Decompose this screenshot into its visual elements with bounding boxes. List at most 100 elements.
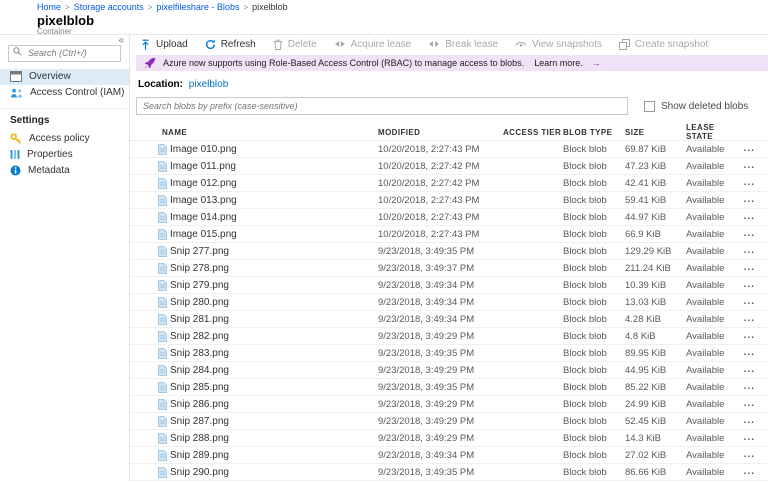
blob-type: Block blob <box>563 296 607 308</box>
trash-icon <box>273 39 283 50</box>
location-container-link[interactable]: pixelblob <box>189 79 228 90</box>
row-menu-button[interactable]: ... <box>742 467 768 477</box>
table-row[interactable]: Image 015.png 10/20/2018, 2:27:43 PM Blo… <box>130 226 768 243</box>
table-row[interactable]: Snip 288.png 9/23/2018, 3:49:29 PM Block… <box>130 430 768 447</box>
row-menu-button[interactable]: ... <box>742 450 768 460</box>
table-row[interactable]: Snip 279.png 9/23/2018, 3:49:34 PM Block… <box>130 277 768 294</box>
show-deleted-checkbox[interactable] <box>644 100 655 112</box>
row-menu-button[interactable]: ... <box>742 144 768 154</box>
table-row[interactable]: Snip 280.png 9/23/2018, 3:49:34 PM Block… <box>130 294 768 311</box>
table-row[interactable]: Snip 285.png 9/23/2018, 3:49:35 PM Block… <box>130 379 768 396</box>
table-row[interactable]: Image 012.png 10/20/2018, 2:27:42 PM Blo… <box>130 175 768 192</box>
blob-lease-state: Available <box>686 245 725 257</box>
blob-size: 52.45 KiB <box>625 415 667 427</box>
blob-name: Image 012.png <box>170 177 237 189</box>
table-row[interactable]: Snip 283.png 9/23/2018, 3:49:35 PM Block… <box>130 345 768 362</box>
delete-button: Delete <box>273 39 317 50</box>
sidebar-item-overview[interactable]: Overview <box>0 68 129 85</box>
blob-size: 129.29 KiB <box>625 245 672 257</box>
table-row[interactable]: Snip 281.png 9/23/2018, 3:49:34 PM Block… <box>130 311 768 328</box>
row-menu-button[interactable]: ... <box>742 246 768 256</box>
row-menu-button[interactable]: ... <box>742 297 768 307</box>
column-header-modified: MODIFIED <box>378 127 421 137</box>
row-menu-button[interactable]: ... <box>742 433 768 443</box>
table-row[interactable]: Snip 278.png 9/23/2018, 3:49:37 PM Block… <box>130 260 768 277</box>
blob-size: 44.97 KiB <box>625 211 667 223</box>
banner-learn-more-link[interactable]: Learn more. <box>534 58 583 68</box>
sidebar-item-metadata[interactable]: Metadata <box>0 163 129 179</box>
blob-name: Image 013.png <box>170 194 237 206</box>
blob-file-icon <box>154 381 170 393</box>
toolbar-button-label: Break lease <box>445 38 499 50</box>
row-menu-button[interactable]: ... <box>742 178 768 188</box>
breadcrumb-storage-accounts-link[interactable]: Storage accounts <box>74 2 144 12</box>
blob-size: 14.3 KiB <box>625 432 661 444</box>
blob-modified: 9/23/2018, 3:49:37 PM <box>378 262 475 274</box>
sidebar-item-access-control[interactable]: Access Control (IAM) <box>0 85 129 101</box>
sidebar-item-properties[interactable]: Properties <box>0 147 129 163</box>
table-row[interactable]: Snip 290.png 9/23/2018, 3:49:35 PM Block… <box>130 464 768 481</box>
table-row[interactable]: Snip 277.png 9/23/2018, 3:49:35 PM Block… <box>130 243 768 260</box>
row-menu-button[interactable]: ... <box>742 212 768 222</box>
row-menu-button[interactable]: ... <box>742 280 768 290</box>
blob-file-icon <box>154 466 170 478</box>
row-menu-button[interactable]: ... <box>742 365 768 375</box>
row-menu-button[interactable]: ... <box>742 195 768 205</box>
blob-table: NAME MODIFIED ACCESS TIER BLOB TYPE SIZE… <box>130 123 768 481</box>
blob-modified: 9/23/2018, 3:49:29 PM <box>378 364 475 376</box>
row-menu-button[interactable]: ... <box>742 348 768 358</box>
row-menu-button[interactable]: ... <box>742 416 768 426</box>
blob-name: Snip 286.png <box>170 398 229 410</box>
breadcrumb-separator: > <box>243 3 249 12</box>
upload-button[interactable]: Upload <box>140 39 188 50</box>
blob-name: Image 010.png <box>170 143 237 155</box>
table-row[interactable]: Image 010.png 10/20/2018, 2:27:43 PM Blo… <box>130 141 768 158</box>
location-row: Location: pixelblob <box>130 71 768 95</box>
blob-name: Snip 288.png <box>170 432 229 444</box>
row-menu-button[interactable]: ... <box>742 331 768 341</box>
row-menu-button[interactable]: ... <box>742 314 768 324</box>
show-deleted-blobs-toggle[interactable]: Show deleted blobs <box>644 100 748 112</box>
row-menu-button[interactable]: ... <box>742 382 768 392</box>
toolbar-button-label: Delete <box>287 38 317 50</box>
toolbar: Upload Refresh Delete Acquire lease Brea… <box>130 35 768 53</box>
toolbar-button-label: Create snapshot <box>634 38 709 50</box>
overview-icon <box>10 71 22 82</box>
breadcrumb-home-link[interactable]: Home <box>37 2 61 12</box>
table-row[interactable]: Snip 289.png 9/23/2018, 3:49:34 PM Block… <box>130 447 768 464</box>
blob-prefix-search-input[interactable] <box>136 97 628 115</box>
blob-file-icon <box>154 279 170 291</box>
row-menu-button[interactable]: ... <box>742 263 768 273</box>
blob-modified: 9/23/2018, 3:49:34 PM <box>378 279 475 291</box>
sidebar-search-input[interactable] <box>8 44 121 62</box>
blob-modified: 9/23/2018, 3:49:35 PM <box>378 245 475 257</box>
table-row[interactable]: Image 011.png 10/20/2018, 2:27:42 PM Blo… <box>130 158 768 175</box>
row-menu-button[interactable]: ... <box>742 399 768 409</box>
key-icon <box>10 132 22 145</box>
search-icon <box>13 47 22 56</box>
sidebar-item-access-policy[interactable]: Access policy <box>0 131 129 147</box>
column-header-size: SIZE <box>625 127 645 137</box>
row-menu-button[interactable]: ... <box>742 229 768 239</box>
breadcrumb-current: pixelblob <box>252 2 288 12</box>
filter-row: Show deleted blobs <box>130 95 768 115</box>
table-row[interactable]: Snip 286.png 9/23/2018, 3:49:29 PM Block… <box>130 396 768 413</box>
table-row[interactable]: Image 014.png 10/20/2018, 2:27:43 PM Blo… <box>130 209 768 226</box>
toolbar-button-label: Acquire lease <box>350 38 412 50</box>
blob-modified: 9/23/2018, 3:49:29 PM <box>378 415 475 427</box>
sidebar-item-label: Access Control (IAM) <box>30 87 125 98</box>
blob-size: 24.99 KiB <box>625 398 667 410</box>
rbac-banner: Azure now supports using Role-Based Acce… <box>136 55 768 71</box>
table-row[interactable]: Image 013.png 10/20/2018, 2:27:43 PM Blo… <box>130 192 768 209</box>
table-row[interactable]: Snip 287.png 9/23/2018, 3:49:29 PM Block… <box>130 413 768 430</box>
breadcrumb-blobs-link[interactable]: pixelfileshare - Blobs <box>156 2 239 12</box>
blob-modified: 10/20/2018, 2:27:43 PM <box>378 211 480 223</box>
blob-size: 4.28 KiB <box>625 313 661 325</box>
sidebar-section-settings: Settings <box>10 114 50 126</box>
blob-type: Block blob <box>563 449 607 461</box>
refresh-button[interactable]: Refresh <box>205 39 256 50</box>
table-row[interactable]: Snip 282.png 9/23/2018, 3:49:29 PM Block… <box>130 328 768 345</box>
row-menu-button[interactable]: ... <box>742 161 768 171</box>
blob-file-icon <box>154 415 170 427</box>
table-row[interactable]: Snip 284.png 9/23/2018, 3:49:29 PM Block… <box>130 362 768 379</box>
